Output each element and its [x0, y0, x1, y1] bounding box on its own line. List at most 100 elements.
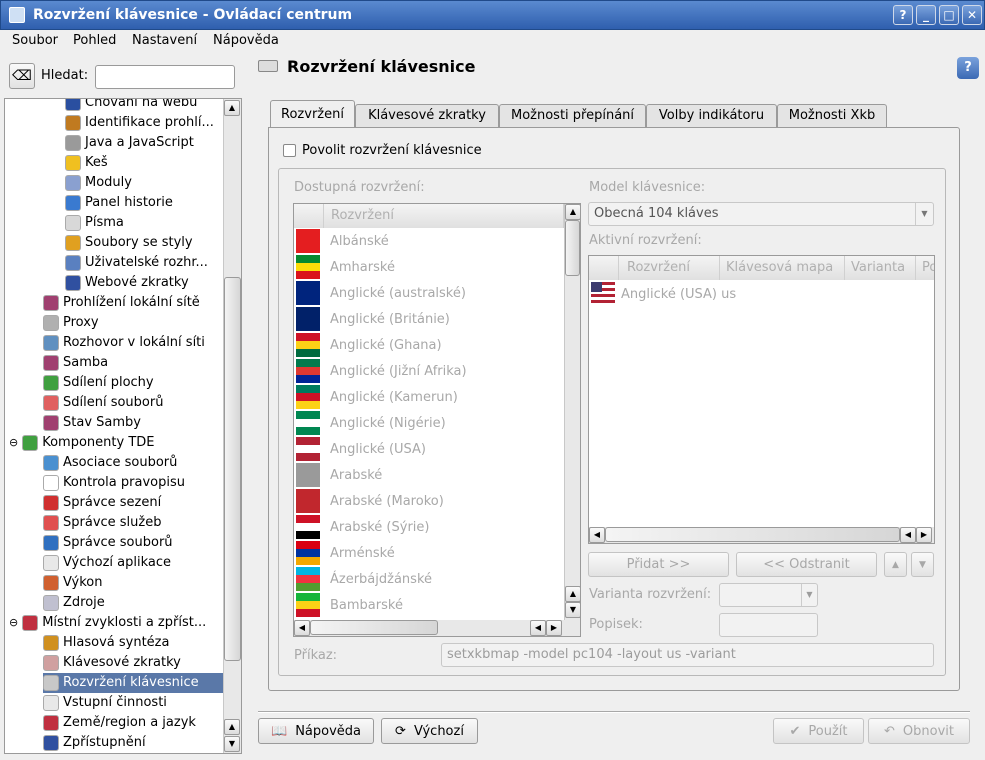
- scroll-down-button[interactable]: ▼: [565, 602, 580, 618]
- tree-item[interactable]: Java a JavaScript: [65, 133, 194, 153]
- close-button[interactable]: ✕: [962, 5, 982, 25]
- layout-list-item[interactable]: Ázerbájdžánské: [296, 566, 432, 592]
- command-field[interactable]: setxkbmap -model pc104 -layout us -varia…: [441, 643, 934, 667]
- tree-item[interactable]: Správce služeb: [43, 513, 161, 533]
- hscroll-thumb[interactable]: [605, 527, 900, 542]
- menu-nastaveni[interactable]: Nastavení: [132, 33, 197, 48]
- tree-item[interactable]: Zdroje: [43, 593, 105, 613]
- tab-volby-indikatoru[interactable]: Volby indikátoru: [646, 104, 777, 128]
- tree-item[interactable]: Sdílení souborů: [43, 393, 163, 413]
- tree-item[interactable]: Proxy: [43, 313, 99, 333]
- tab-moznosti-prepinani[interactable]: Možnosti přepínání: [499, 104, 646, 128]
- reset-button[interactable]: ↶ Obnovit: [868, 718, 970, 744]
- layout-list-item[interactable]: Arabské: [296, 462, 382, 488]
- scroll-thumb[interactable]: [224, 277, 241, 661]
- layout-list-item[interactable]: Anglické (Ghana): [296, 332, 442, 358]
- tree-item[interactable]: Chování na webu: [65, 99, 197, 113]
- tree-item[interactable]: Uživatelské rozhr...: [65, 253, 208, 273]
- layout-list-item[interactable]: Arabské (Sýrie): [296, 514, 429, 540]
- layout-list-item[interactable]: Albánské: [296, 228, 389, 254]
- scroll-up-button[interactable]: ▲: [224, 100, 240, 116]
- menu-soubor[interactable]: Soubor: [12, 33, 58, 48]
- help-title-button[interactable]: ?: [893, 5, 913, 25]
- move-down-button[interactable]: ▼: [911, 552, 934, 577]
- scroll-right-button[interactable]: ▶: [546, 620, 562, 636]
- layout-column-header[interactable]: Rozvržení: [324, 204, 564, 228]
- tree-item[interactable]: Panel historie: [65, 193, 173, 213]
- tree-item[interactable]: Zpřístupnění: [43, 733, 146, 753]
- scroll-right-button[interactable]: ▶: [916, 527, 932, 543]
- tree-item[interactable]: ⊖ Místní zvyklosti a zpříst...: [9, 613, 206, 633]
- layout-list-item[interactable]: Anglické (australské): [296, 280, 466, 306]
- active-header-label[interactable]: Po: [916, 256, 934, 280]
- remove-button[interactable]: << Odstranit: [736, 552, 877, 577]
- layout-list-item[interactable]: Anglické (Nigérie): [296, 410, 446, 436]
- layout-list-item[interactable]: Anglické (Jižní Afrika): [296, 358, 467, 384]
- move-up-button[interactable]: ▲: [884, 552, 907, 577]
- tree-item[interactable]: Webové zkratky: [65, 273, 189, 293]
- tree-item[interactable]: Vstupní činnosti: [43, 693, 167, 713]
- scroll-left-button-2[interactable]: ◀: [900, 527, 916, 543]
- tree-item[interactable]: Asociace souborů: [43, 453, 177, 473]
- tree-item[interactable]: Výkon: [43, 573, 103, 593]
- apply-button[interactable]: ✔ Použít: [773, 718, 864, 744]
- add-button[interactable]: Přidat >>: [588, 552, 729, 577]
- available-list[interactable]: Rozvržení Albánské Amharské Anglické (aust…: [293, 203, 581, 637]
- layout-list-item[interactable]: Arménské: [296, 540, 395, 566]
- available-scrollbar[interactable]: ▲ ▲ ▼: [564, 204, 580, 620]
- tree-item[interactable]: Identifikace prohlí...: [65, 113, 214, 133]
- layout-list-item[interactable]: Anglické (USA): [296, 436, 426, 462]
- tree-item[interactable]: Písma: [65, 213, 124, 233]
- active-row[interactable]: Anglické (USA) us: [591, 281, 736, 307]
- scroll-up-button-2[interactable]: ▲: [565, 586, 580, 602]
- tree-item[interactable]: Rozhovor v lokální síti: [43, 333, 205, 353]
- active-header-variant[interactable]: Varianta: [845, 256, 916, 280]
- tree-item[interactable]: Hlasová syntéza: [43, 633, 169, 653]
- maximize-button[interactable]: □: [939, 5, 959, 25]
- tab-rozvrzeni[interactable]: Rozvržení: [270, 100, 355, 128]
- tree-item[interactable]: Moduly: [65, 173, 132, 193]
- layout-list-item[interactable]: Anglické (Kamerun): [296, 384, 458, 410]
- tree-item[interactable]: Rozvržení klávesnice: [43, 673, 223, 693]
- display-label-input[interactable]: [719, 613, 818, 637]
- enable-checkbox-label[interactable]: Povolit rozvržení klávesnice: [302, 143, 482, 158]
- available-hscrollbar[interactable]: ◀ ◀ ▶: [294, 620, 580, 636]
- scroll-up-button-2[interactable]: ▲: [224, 719, 240, 735]
- scroll-up-button[interactable]: ▲: [565, 204, 580, 220]
- active-table[interactable]: Rozvržení Klávesová mapa Varianta Po Ang…: [588, 255, 935, 544]
- scroll-left-button-2[interactable]: ◀: [530, 620, 546, 636]
- search-input[interactable]: [95, 65, 235, 89]
- variant-select[interactable]: ▼: [719, 583, 818, 607]
- tree-item[interactable]: Keš: [65, 153, 108, 173]
- clear-search-button[interactable]: ⌫: [9, 63, 35, 89]
- menu-pohled[interactable]: Pohled: [73, 33, 116, 48]
- active-header-layout[interactable]: Rozvržení: [619, 256, 720, 280]
- tab-moznosti-xkb[interactable]: Možnosti Xkb: [777, 104, 887, 128]
- tree-item[interactable]: ⊖ Komponenty TDE: [9, 433, 154, 453]
- active-header-keymap[interactable]: Klávesová mapa: [720, 256, 845, 280]
- scroll-left-button[interactable]: ◀: [589, 527, 605, 543]
- collapse-icon[interactable]: ⊖: [9, 613, 18, 633]
- tree-item[interactable]: Správce sezení: [43, 493, 161, 513]
- scroll-thumb[interactable]: [565, 220, 580, 276]
- tree-item[interactable]: Soubory se styly: [65, 233, 193, 253]
- menu-napoveda[interactable]: Nápověda: [213, 33, 279, 48]
- layout-list-item[interactable]: Anglické (Británie): [296, 306, 450, 332]
- tab-klavesove-zkratky[interactable]: Klávesové zkratky: [355, 104, 499, 128]
- tree-item[interactable]: Samba: [43, 353, 108, 373]
- scroll-down-button[interactable]: ▼: [224, 736, 240, 752]
- tree-item[interactable]: Klávesové zkratky: [43, 653, 181, 673]
- tree-scrollbar[interactable]: ▲ ▲ ▼: [223, 99, 241, 753]
- model-select[interactable]: Obecná 104 kláves ▼: [588, 202, 934, 226]
- enable-checkbox[interactable]: [283, 144, 296, 157]
- flag-column-header[interactable]: [294, 204, 324, 228]
- layout-list-item[interactable]: Amharské: [296, 254, 395, 280]
- help-icon[interactable]: ?: [957, 57, 979, 79]
- scroll-left-button[interactable]: ◀: [294, 620, 310, 636]
- tree-item[interactable]: Kontrola pravopisu: [43, 473, 185, 493]
- active-hscrollbar[interactable]: ◀ ◀ ▶: [589, 527, 934, 543]
- hscroll-thumb[interactable]: [310, 620, 438, 635]
- tree-item[interactable]: Prohlížení lokální sítě: [43, 293, 200, 313]
- tree-item[interactable]: Země/region a jazyk: [43, 713, 196, 733]
- tree-item[interactable]: Výchozí aplikace: [43, 553, 171, 573]
